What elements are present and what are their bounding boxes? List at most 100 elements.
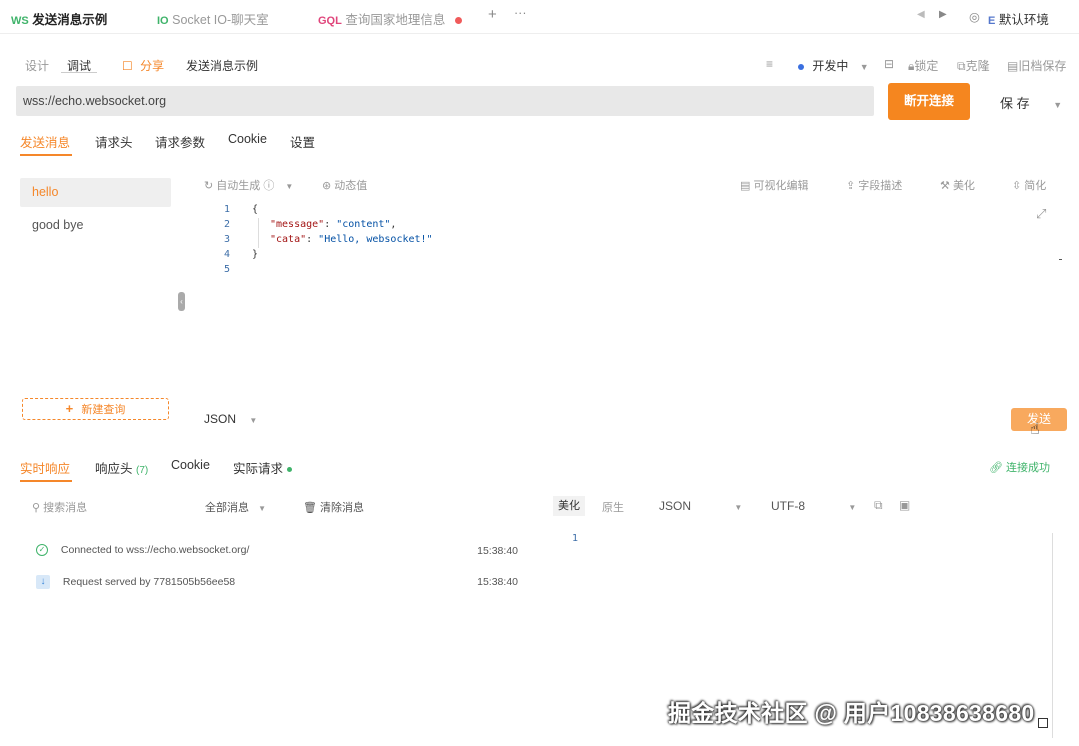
format-chevron-icon: ▼ <box>249 416 258 425</box>
tab-params[interactable]: 请求参数 <box>155 132 205 151</box>
encoding-chevron-icon: ▼ <box>848 503 857 512</box>
refresh-icon: ↻ <box>204 180 214 192</box>
format-select[interactable]: JSON ▼ <box>204 412 257 426</box>
beautify-label: 美化 <box>952 180 975 192</box>
tab-ws[interactable]: WS 发送消息示例 <box>11 9 107 28</box>
url-input[interactable]: wss://echo.websocket.org <box>16 86 874 116</box>
layout-icon[interactable]: ⊟ <box>884 57 894 71</box>
tab-response-cookie[interactable]: Cookie <box>171 458 210 472</box>
disconnect-button[interactable]: 断开连接 <box>888 83 970 120</box>
dynamic-value-button[interactable]: ⊛ 动态值 <box>322 177 367 193</box>
log-time: 15:38:40 <box>477 545 518 557</box>
log-text: Request served by 7781505b56ee58 <box>62 575 236 588</box>
old-save-button[interactable]: ▤旧档保存 <box>1007 57 1066 74</box>
field-desc-label: 字段描述 <box>858 180 903 192</box>
hand-cursor-icon: ☝ <box>1030 421 1040 438</box>
tab-socketio-label: Socket IO-聊天室 <box>172 13 269 27</box>
ws-prefix: WS <box>11 15 29 27</box>
visual-edit-button[interactable]: ▤ 可视化编辑 <box>740 177 808 193</box>
filter-chevron-icon: ▼ <box>258 504 266 513</box>
new-query-label: 新建查询 <box>81 404 126 416</box>
tab-realtime-response[interactable]: 实时响应 <box>20 458 70 477</box>
new-query-button[interactable]: + 新建查询 <box>22 398 169 420</box>
simplify-button[interactable]: ⇳ 简化 <box>1012 177 1046 193</box>
clone-button[interactable]: ⧉克隆 <box>957 57 990 74</box>
tab-graphql-label: 查询国家地理信息 <box>345 13 446 27</box>
tab-graphql[interactable]: GQL 查询国家地理信息 <box>318 9 462 28</box>
code-line-1[interactable]: { <box>252 204 258 215</box>
message-item-goodbye[interactable]: good bye <box>20 211 171 240</box>
clear-messages-button[interactable]: 🗑︎ 清除消息 <box>303 499 364 515</box>
field-desc-button[interactable]: ⇪ 字段描述 <box>846 177 902 193</box>
save-button[interactable]: 保 存 ▼ <box>1000 93 1062 112</box>
connection-status: 🔗︎ 连接成功 <box>989 459 1050 475</box>
json-key: "message" <box>270 219 325 230</box>
message-filter-select[interactable]: 全部消息 ▼ <box>205 499 266 515</box>
header-count-badge: (7) <box>136 465 149 476</box>
eye-icon[interactable]: ◎ <box>969 9 980 24</box>
view-raw-toggle[interactable]: 原生 <box>602 499 624 515</box>
tab-socketio[interactable]: IO Socket IO-聊天室 <box>157 9 269 28</box>
floppy-icon[interactable]: ▣ <box>899 498 910 512</box>
log-time: 15:38:40 <box>477 576 518 588</box>
log-row[interactable]: ↓ Request served by 7781505b56ee58 15:38… <box>36 575 518 595</box>
line-number: 5 <box>223 264 230 275</box>
log-row[interactable]: ✓ Connected to wss://echo.websocket.org/… <box>36 544 518 564</box>
share-label: 分享 <box>140 59 165 73</box>
detail-line-number: 1 <box>572 533 579 544</box>
add-tab-icon[interactable]: + <box>488 6 497 23</box>
json-value: "content" <box>336 219 391 230</box>
json-value: "Hello, websocket!" <box>318 234 433 245</box>
share-button[interactable]: ☐ 分享 <box>122 57 164 74</box>
message-item-hello[interactable]: hello <box>20 178 171 207</box>
tab-headers[interactable]: 请求头 <box>95 132 133 151</box>
compress-icon: ⇳ <box>1012 180 1022 192</box>
format-label: JSON <box>204 412 237 426</box>
prev-tab-icon[interactable]: ◀ <box>917 9 925 20</box>
tab-send-message[interactable]: 发送消息 <box>20 132 70 151</box>
more-tabs-icon[interactable]: ··· <box>514 6 527 20</box>
tab-cookie[interactable]: Cookie <box>228 132 267 146</box>
connection-status-label: 连接成功 <box>1006 462 1051 474</box>
code-line-2[interactable]: "message": "content", <box>270 219 396 230</box>
sort-icon[interactable]: ≡ <box>766 57 773 71</box>
tab-actual-request[interactable]: 实际请求 <box>233 458 292 477</box>
magic-icon: ⚒ <box>940 180 950 192</box>
code-line-4[interactable]: } <box>252 249 258 260</box>
auto-generate-button[interactable]: ↻ 自动生成 ⓘ ▼ <box>204 177 293 193</box>
status-select[interactable]: 开发中 ▼ <box>798 57 869 74</box>
resize-handle-icon[interactable] <box>1038 718 1048 728</box>
search-input[interactable]: ⚲ 搜索消息 <box>32 499 87 515</box>
save-label: 保 存 <box>1000 96 1030 111</box>
detail-format-chevron-icon: ▼ <box>734 503 743 512</box>
search-icon: ⚲ <box>32 502 41 514</box>
tab-settings[interactable]: 设置 <box>290 132 315 151</box>
line-number: 3 <box>223 234 230 245</box>
actual-request-label: 实际请求 <box>233 462 284 476</box>
expand-icon[interactable]: ⤢ <box>1036 206 1046 222</box>
lock-button[interactable]: 🔒︎锁定 <box>908 57 938 74</box>
old-save-label: 旧档保存 <box>1018 59 1067 73</box>
next-tab-icon[interactable]: ▶ <box>939 9 947 20</box>
arrow-down-icon: ↓ <box>36 575 50 589</box>
actual-request-dot <box>286 467 292 473</box>
copy-icon[interactable]: ⧉ <box>874 498 883 513</box>
mode-design[interactable]: 设计 <box>25 57 49 74</box>
encoding-select[interactable]: UTF-8 ▼ <box>771 499 856 513</box>
response-headers-label: 响应头 <box>95 462 133 476</box>
save-chevron-icon: ▼ <box>1053 100 1063 110</box>
env-select[interactable]: E 默认环境 <box>988 9 1049 28</box>
info-icon: ⓘ <box>263 180 275 192</box>
filter-label: 全部消息 <box>205 502 249 514</box>
detail-format-select[interactable]: JSON ▼ <box>659 499 742 513</box>
collapse-sidebar-handle[interactable]: ‹ <box>178 292 185 311</box>
detail-scrollbar[interactable] <box>1052 533 1053 738</box>
simplify-label: 简化 <box>1024 180 1047 192</box>
beautify-button[interactable]: ⚒ 美化 <box>940 177 975 193</box>
auto-gen-label: 自动生成 <box>216 180 261 192</box>
code-line-3[interactable]: "cata": "Hello, websocket!" <box>270 234 433 245</box>
check-circle-icon: ✓ <box>36 544 48 557</box>
view-beautify-toggle[interactable]: 美化 <box>553 496 585 516</box>
line-number: 1 <box>223 204 230 215</box>
tab-response-headers[interactable]: 响应头 (7) <box>95 458 148 477</box>
